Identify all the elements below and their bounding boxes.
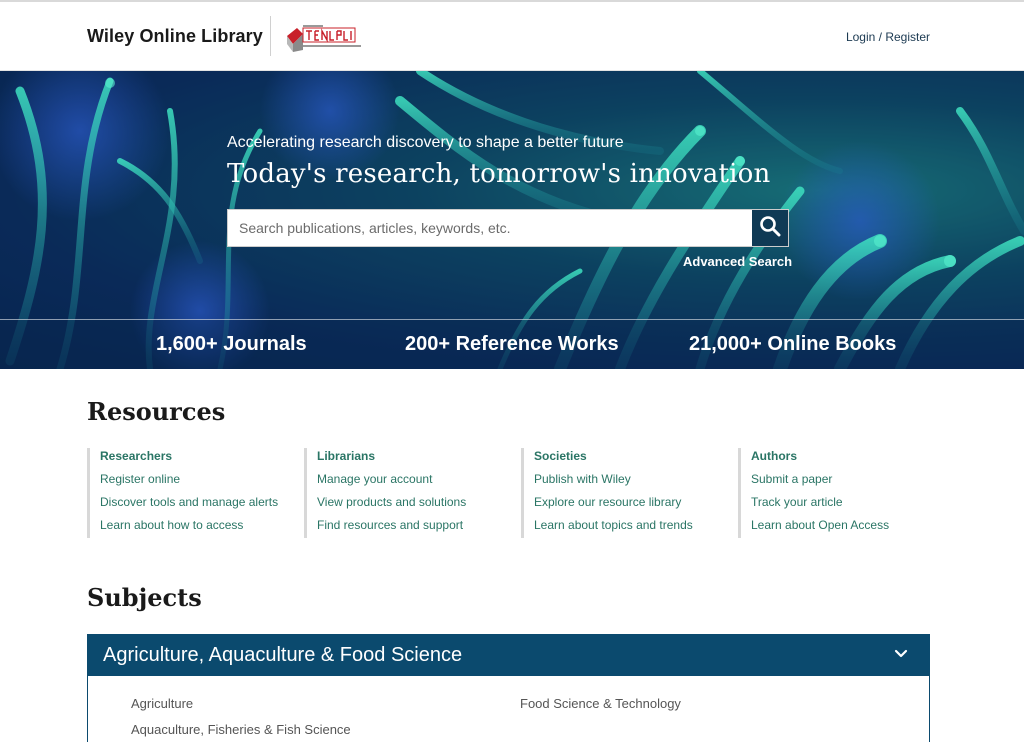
subject-accordion-panel: Agriculture Food Science & Technology Aq… (87, 676, 930, 742)
resource-link[interactable]: Learn about topics and trends (534, 518, 721, 532)
site-logo[interactable]: Wiley Online Library (87, 26, 263, 47)
resource-link[interactable]: Explore our resource library (534, 495, 721, 509)
hero-tagline: Accelerating research discovery to shape… (227, 134, 624, 151)
societies-title[interactable]: Societies (534, 449, 721, 463)
login-register-link[interactable]: Login / Register (846, 30, 930, 44)
subjects-heading: Subjects (87, 583, 202, 612)
subject-link-food-science[interactable]: Food Science & Technology (520, 696, 681, 711)
resource-link[interactable]: Register online (100, 472, 287, 486)
resources-column-authors: Authors Submit a paper Track your articl… (738, 448, 938, 538)
header-divider (270, 16, 271, 56)
advanced-search-link[interactable]: Advanced Search (683, 254, 792, 269)
resource-link[interactable]: Discover tools and manage alerts (100, 495, 287, 509)
subject-link-agriculture[interactable]: Agriculture (131, 696, 193, 711)
chevron-down-icon (894, 647, 908, 666)
stat-online-books[interactable]: 21,000+ Online Books (689, 333, 896, 356)
stats-bar: 1,600+ Journals 200+ Reference Works 21,… (0, 319, 1024, 369)
hero-banner: Accelerating research discovery to shape… (0, 71, 1024, 369)
search-icon (759, 215, 781, 242)
resources-heading: Resources (87, 397, 226, 426)
resources-column-societies: Societies Publish with Wiley Explore our… (521, 448, 721, 538)
subject-link-aquaculture[interactable]: Aquaculture, Fisheries & Fish Science (131, 722, 351, 737)
resources-column-librarians: Librarians Manage your account View prod… (304, 448, 504, 538)
search-bar (227, 209, 789, 247)
resources-column-researchers: Researchers Register online Discover too… (87, 448, 287, 538)
resource-link[interactable]: Submit a paper (751, 472, 938, 486)
search-button[interactable] (752, 210, 788, 246)
resource-link[interactable]: Manage your account (317, 472, 504, 486)
librarians-title[interactable]: Librarians (317, 449, 504, 463)
resource-link[interactable]: Publish with Wiley (534, 472, 721, 486)
institution-logo (285, 22, 365, 54)
resource-link[interactable]: Find resources and support (317, 518, 504, 532)
stat-reference-works[interactable]: 200+ Reference Works (405, 333, 619, 356)
resource-link[interactable]: Learn about Open Access (751, 518, 938, 532)
hero-headline: Today's research, tomorrow's innovation (227, 159, 771, 189)
resource-link[interactable]: Learn about how to access (100, 518, 287, 532)
authors-title[interactable]: Authors (751, 449, 938, 463)
subject-accordion-header[interactable]: Agriculture, Aquaculture & Food Science (87, 634, 930, 676)
researchers-title[interactable]: Researchers (100, 449, 287, 463)
resource-link[interactable]: View products and solutions (317, 495, 504, 509)
subject-accordion-label: Agriculture, Aquaculture & Food Science (103, 644, 463, 666)
resource-link[interactable]: Track your article (751, 495, 938, 509)
search-input[interactable] (228, 210, 752, 246)
site-header: Wiley Online Library Login / Register (0, 2, 1024, 71)
stat-journals[interactable]: 1,600+ Journals (156, 333, 307, 356)
